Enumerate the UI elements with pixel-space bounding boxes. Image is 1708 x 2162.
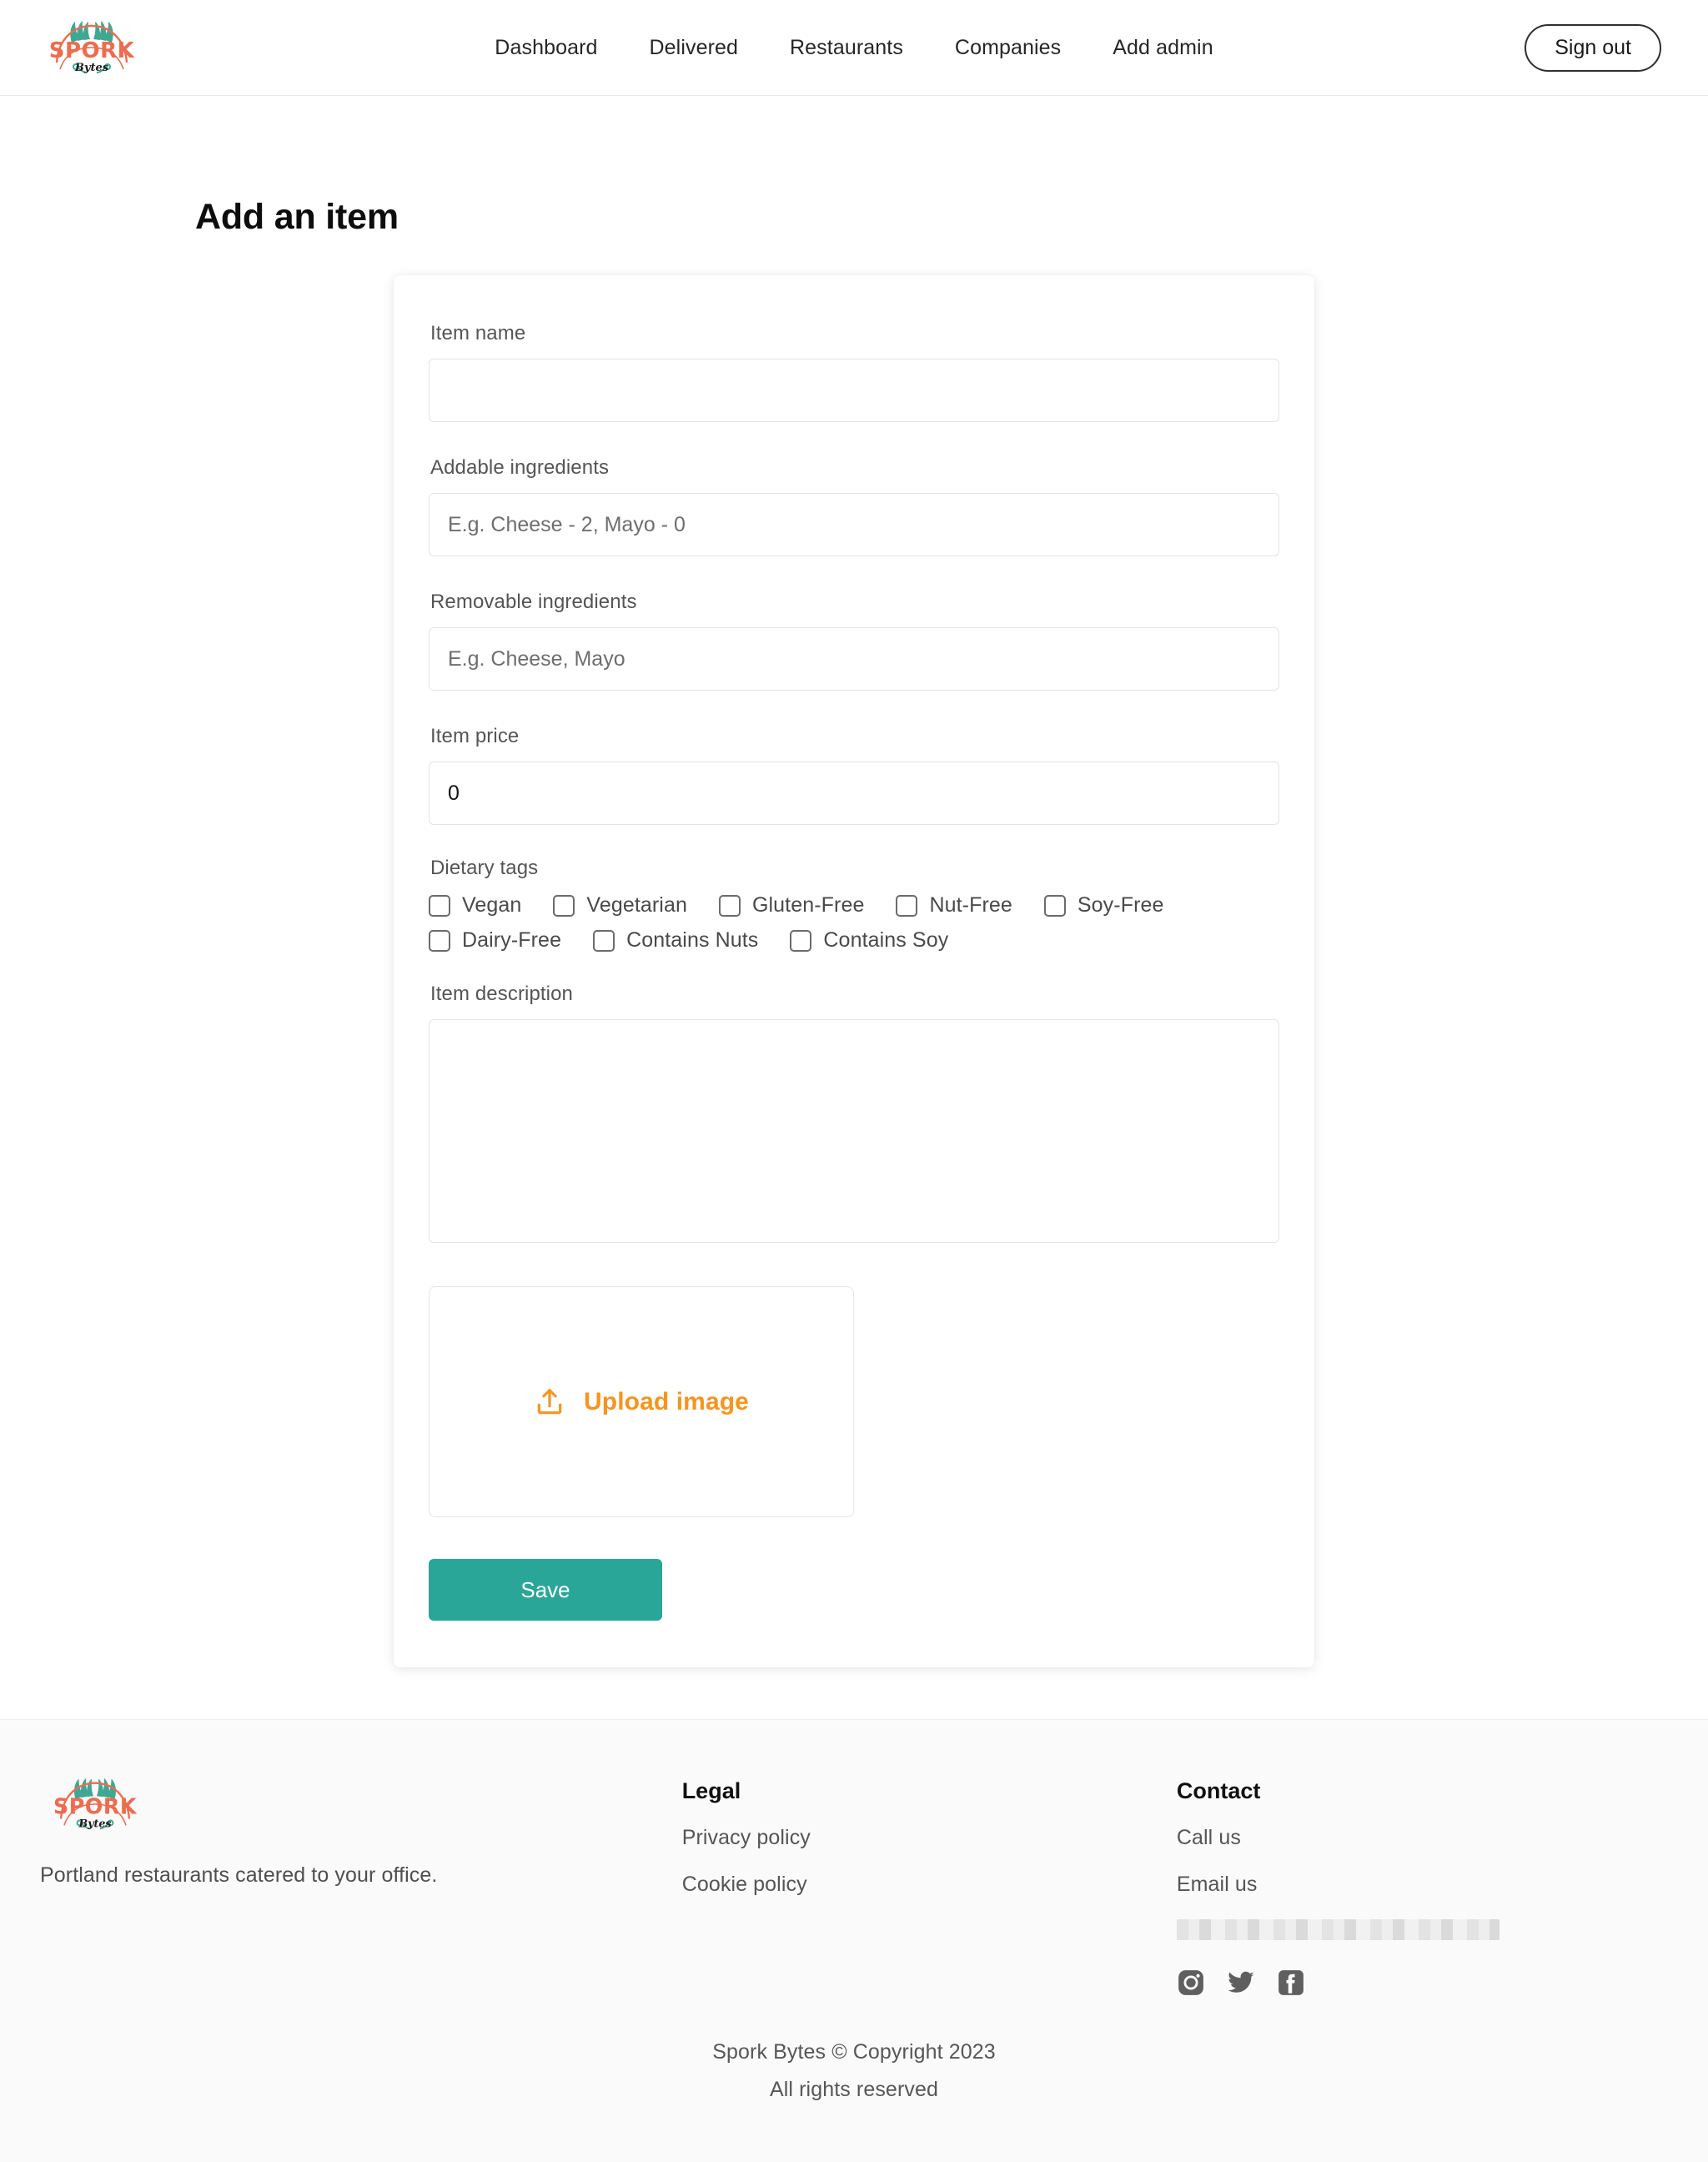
footer-link-email-us[interactable]: Email us xyxy=(1177,1873,1671,1897)
checkbox-vegan[interactable] xyxy=(429,894,450,917)
svg-text:Bytes: Bytes xyxy=(78,1817,111,1829)
addable-ingredients-label: Addable ingredients xyxy=(430,456,610,479)
nav-link-dashboard[interactable]: Dashboard xyxy=(469,36,623,60)
dietary-tag-gluten-free[interactable]: Gluten-Free xyxy=(718,893,865,918)
dietary-tag-nut-free[interactable]: Nut-Free xyxy=(896,893,1012,918)
svg-text:SPORK: SPORK xyxy=(53,1794,138,1819)
addable-ingredients-input[interactable] xyxy=(429,493,1279,556)
copyright-line-1: Spork Bytes © Copyright 2023 xyxy=(712,2040,996,2064)
upload-image-inner: Upload image xyxy=(534,1386,749,1418)
brand-logo-link[interactable]: SPORK Bytes xyxy=(47,14,137,81)
item-description-label: Item description xyxy=(430,983,574,1005)
dietary-tag-label: Dairy-Free xyxy=(462,928,562,952)
field-removable-ingredients: Removable ingredients xyxy=(429,591,1279,691)
page-body: Add an item Item name Addable ingredient… xyxy=(0,96,1708,1719)
footer-copyright: Spork Bytes © Copyright 2023 All rights … xyxy=(0,2040,1708,2102)
footer-tagline: Portland restaurants catered to your off… xyxy=(40,1863,438,1887)
dietary-tag-soy-free[interactable]: Soy-Free xyxy=(1043,893,1164,918)
dietary-tag-label: Vegan xyxy=(462,893,522,917)
field-item-name: Item name xyxy=(429,322,1279,422)
field-item-price: Item price xyxy=(429,725,1279,825)
save-button[interactable]: Save xyxy=(429,1559,662,1621)
footer-link-call-us[interactable]: Call us xyxy=(1177,1826,1671,1850)
footer-brand-column: SPORK Bytes Portland restaurants catered… xyxy=(37,1772,682,1997)
dietary-tag-label: Contains Soy xyxy=(823,928,949,952)
removable-ingredients-label: Removable ingredients xyxy=(430,591,637,613)
dietary-tag-dairy-free[interactable]: Dairy-Free xyxy=(429,928,561,953)
sign-out-container: Sign out xyxy=(1525,23,1661,72)
copyright-line-2: All rights reserved xyxy=(770,2078,938,2101)
dietary-tag-label: Soy-Free xyxy=(1077,893,1164,917)
checkbox-nut-free[interactable] xyxy=(896,894,918,917)
footer-link-privacy-policy[interactable]: Privacy policy xyxy=(682,1826,1177,1850)
primary-nav: Dashboard Delivered Restaurants Companie… xyxy=(469,36,1238,60)
footer-link-cookie-policy[interactable]: Cookie policy xyxy=(682,1873,1177,1897)
dietary-tags-rows: Vegan Vegetarian Gluten-Free Nut-Free So… xyxy=(429,893,1279,953)
nav-link-restaurants[interactable]: Restaurants xyxy=(764,36,929,60)
checkbox-vegetarian[interactable] xyxy=(553,894,575,917)
item-description-textarea[interactable] xyxy=(429,1019,1279,1243)
checkbox-contains-soy[interactable] xyxy=(790,929,812,952)
redacted-contact-text xyxy=(1176,1919,1500,1940)
footer-contact-heading: Contact xyxy=(1176,1778,1261,1803)
dietary-tag-label: Vegetarian xyxy=(586,893,687,917)
sign-out-button[interactable]: Sign out xyxy=(1525,23,1661,72)
upload-image-dropzone[interactable]: Upload image xyxy=(429,1286,854,1517)
item-price-input[interactable] xyxy=(429,762,1279,825)
upload-icon xyxy=(537,1388,562,1414)
item-price-label: Item price xyxy=(430,725,520,747)
field-item-description: Item description xyxy=(429,983,1279,1243)
field-addable-ingredients: Addable ingredients xyxy=(429,456,1279,556)
checkbox-soy-free[interactable] xyxy=(1043,894,1066,917)
footer-contact-column: Contact Call us Email us xyxy=(1176,1772,1671,1997)
svg-text:SPORK: SPORK xyxy=(49,38,135,63)
dietary-tag-vegan[interactable]: Vegan xyxy=(429,893,521,918)
twitter-icon[interactable] xyxy=(1227,1968,1255,1997)
checkbox-dairy-free[interactable] xyxy=(429,929,450,952)
dietary-tags-row: Dairy-Free Contains Nuts Contains Soy xyxy=(429,928,1279,953)
spork-bytes-logo-icon: SPORK Bytes xyxy=(53,1777,138,1829)
nav-link-companies[interactable]: Companies xyxy=(929,36,1087,60)
dietary-tag-label: Gluten-Free xyxy=(751,893,865,917)
item-name-label: Item name xyxy=(430,322,526,344)
page-title: Add an item xyxy=(195,197,399,237)
field-dietary-tags: Dietary tags Vegan Vegetarian Gluten-Fre… xyxy=(429,857,1279,953)
dietary-tag-label: Contains Nuts xyxy=(626,928,759,952)
top-navbar: SPORK Bytes Dashboard Delivered Restaura… xyxy=(0,0,1708,96)
checkbox-gluten-free[interactable] xyxy=(718,894,741,917)
dietary-tags-label: Dietary tags xyxy=(430,857,539,879)
facebook-icon[interactable] xyxy=(1277,1968,1305,1997)
nav-link-add-admin[interactable]: Add admin xyxy=(1087,36,1238,60)
dietary-tags-row: Vegan Vegetarian Gluten-Free Nut-Free So… xyxy=(429,893,1279,918)
dietary-tag-label: Nut-Free xyxy=(929,893,1012,917)
nav-link-delivered[interactable]: Delivered xyxy=(624,36,765,60)
dietary-tag-contains-soy[interactable]: Contains Soy xyxy=(790,928,948,953)
footer-social-links xyxy=(1177,1968,1671,1997)
removable-ingredients-input[interactable] xyxy=(429,627,1279,691)
dietary-tag-contains-nuts[interactable]: Contains Nuts xyxy=(593,928,758,953)
site-footer: SPORK Bytes Portland restaurants catered… xyxy=(0,1719,1708,2162)
footer-legal-heading: Legal xyxy=(681,1778,741,1803)
page-inner: Add an item xyxy=(187,96,1521,238)
spork-bytes-logo-icon: SPORK Bytes xyxy=(49,21,135,74)
upload-image-label: Upload image xyxy=(584,1387,749,1415)
footer-columns: SPORK Bytes Portland restaurants catered… xyxy=(0,1772,1708,1997)
dietary-tag-vegetarian[interactable]: Vegetarian xyxy=(553,893,687,918)
item-name-input[interactable] xyxy=(429,359,1279,422)
instagram-icon[interactable] xyxy=(1177,1968,1205,1997)
add-item-form-card: Item name Addable ingredients Removable … xyxy=(394,275,1314,1667)
checkbox-contains-nuts[interactable] xyxy=(593,929,615,952)
svg-text:Bytes: Bytes xyxy=(74,62,109,74)
footer-legal-column: Legal Privacy policy Cookie policy xyxy=(682,1772,1177,1997)
